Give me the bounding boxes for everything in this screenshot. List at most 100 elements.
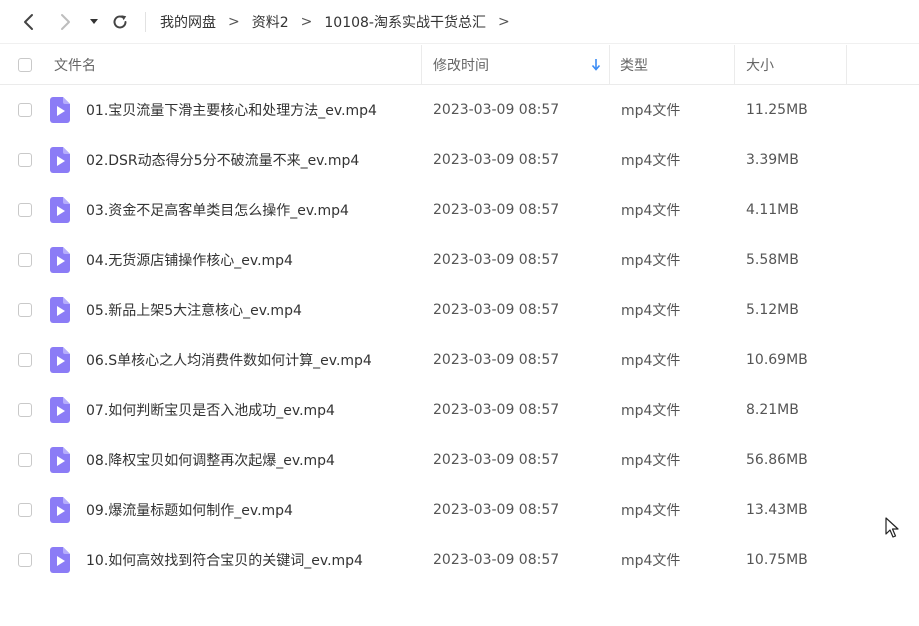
nav-divider [145,12,146,32]
video-file-icon [50,497,70,523]
file-name[interactable]: 05.新品上架5大注意核心_ev.mp4 [86,285,302,335]
video-file-icon [50,547,70,573]
row-checkbox[interactable] [18,253,32,267]
file-name[interactable]: 01.宝贝流量下滑主要核心和处理方法_ev.mp4 [86,85,377,135]
row-checkbox[interactable] [18,453,32,467]
file-name[interactable]: 03.资金不足高客单类目怎么操作_ev.mp4 [86,185,349,235]
file-table-header: 文件名 修改时间 类型 大小 [0,45,919,85]
breadcrumb-separator: > [300,14,313,30]
table-row[interactable]: 07.如何判断宝贝是否入池成功_ev.mp4 2023-03-09 08:57 … [0,385,919,435]
file-mtime: 2023-03-09 08:57 [433,252,560,268]
select-all-cell [18,45,38,84]
row-checkbox[interactable] [18,553,32,567]
navigation-bar: 我的网盘 > 资料2 > 10108-淘系实战干货总汇 > [0,0,919,44]
file-mtime: 2023-03-09 08:57 [433,402,560,418]
file-icon-cell [50,335,70,385]
column-header-name-label: 文件名 [54,57,96,74]
column-header-type[interactable]: 类型 [610,45,735,84]
table-row[interactable]: 04.无货源店铺操作核心_ev.mp4 2023-03-09 08:57 mp4… [0,235,919,285]
column-header-size[interactable]: 大小 [735,45,847,84]
file-icon-cell [50,135,70,185]
chevron-left-icon [24,14,33,30]
table-row[interactable]: 09.爆流量标题如何制作_ev.mp4 2023-03-09 08:57 mp4… [0,485,919,535]
file-icon-cell [50,535,70,585]
file-size: 13.43MB [746,502,808,518]
row-checkbox[interactable] [18,503,32,517]
file-size: 10.69MB [746,352,808,368]
video-file-icon [50,247,70,273]
row-checkbox[interactable] [18,203,32,217]
file-name[interactable]: 07.如何判断宝贝是否入池成功_ev.mp4 [86,385,335,435]
table-row[interactable]: 06.S单核心之人均消费件数如何计算_ev.mp4 2023-03-09 08:… [0,335,919,385]
row-checkbox-cell [18,185,32,235]
file-name[interactable]: 06.S单核心之人均消费件数如何计算_ev.mp4 [86,335,372,385]
breadcrumb-item-folder[interactable]: 资料2 [252,12,289,32]
select-all-checkbox[interactable] [18,57,32,72]
breadcrumb-item-current[interactable]: 10108-淘系实战干货总汇 [324,12,486,32]
video-file-icon [50,347,70,373]
table-row[interactable]: 05.新品上架5大注意核心_ev.mp4 2023-03-09 08:57 mp… [0,285,919,335]
row-checkbox[interactable] [18,403,32,417]
refresh-button[interactable] [108,10,132,34]
file-mtime: 2023-03-09 08:57 [433,352,560,368]
file-icon-cell [50,285,70,335]
video-file-icon [50,397,70,423]
file-type: mp4文件 [621,503,681,519]
row-checkbox-cell [18,385,32,435]
forward-button[interactable] [54,10,78,34]
breadcrumb-separator: > [228,14,240,30]
row-checkbox-cell [18,435,32,485]
video-file-icon [50,197,70,223]
column-header-mtime-label: 修改时间 [433,57,489,74]
file-name[interactable]: 10.如何高效找到符合宝贝的关键词_ev.mp4 [86,535,363,585]
table-row[interactable]: 08.降权宝贝如何调整再次起爆_ev.mp4 2023-03-09 08:57 … [0,435,919,485]
file-name[interactable]: 09.爆流量标题如何制作_ev.mp4 [86,485,293,535]
column-header-type-label: 类型 [620,57,648,74]
table-row[interactable]: 01.宝贝流量下滑主要核心和处理方法_ev.mp4 2023-03-09 08:… [0,85,919,135]
breadcrumb: 我的网盘 > 资料2 > 10108-淘系实战干货总汇 > [160,0,522,44]
file-name[interactable]: 08.降权宝贝如何调整再次起爆_ev.mp4 [86,435,335,485]
file-mtime: 2023-03-09 08:57 [433,552,560,568]
file-mtime: 2023-03-09 08:57 [433,502,560,518]
video-file-icon [50,297,70,323]
file-size: 56.86MB [746,452,808,468]
file-size: 3.39MB [746,152,799,168]
row-checkbox[interactable] [18,153,32,167]
table-row[interactable]: 02.DSR动态得分5分不破流量不来_ev.mp4 2023-03-09 08:… [0,135,919,185]
table-row[interactable]: 03.资金不足高客单类目怎么操作_ev.mp4 2023-03-09 08:57… [0,185,919,235]
file-type: mp4文件 [621,453,681,469]
file-type: mp4文件 [621,203,681,219]
row-checkbox-cell [18,285,32,335]
arrow-down-icon [591,59,601,71]
table-row[interactable]: 10.如何高效找到符合宝贝的关键词_ev.mp4 2023-03-09 08:5… [0,535,919,585]
file-type: mp4文件 [621,153,681,169]
file-name[interactable]: 04.无货源店铺操作核心_ev.mp4 [86,235,293,285]
file-icon-cell [50,185,70,235]
file-icon-cell [50,485,70,535]
file-name[interactable]: 02.DSR动态得分5分不破流量不来_ev.mp4 [86,135,359,185]
history-dropdown-button[interactable] [84,10,104,34]
breadcrumb-expand-arrow[interactable]: > [498,14,510,30]
row-checkbox[interactable] [18,303,32,317]
video-file-icon [50,147,70,173]
breadcrumb-item-root[interactable]: 我的网盘 [160,12,216,32]
file-icon-cell [50,85,70,135]
mouse-pointer-icon [885,517,899,538]
file-mtime: 2023-03-09 08:57 [433,102,560,118]
file-manager-window: 我的网盘 > 资料2 > 10108-淘系实战干货总汇 > 文件名 修改时间 类… [0,0,919,626]
row-checkbox-cell [18,85,32,135]
row-checkbox-cell [18,335,32,385]
file-type: mp4文件 [621,353,681,369]
refresh-icon [113,15,127,29]
row-checkbox[interactable] [18,353,32,367]
row-checkbox[interactable] [18,103,32,117]
column-header-mtime[interactable]: 修改时间 [422,45,610,84]
file-size: 10.75MB [746,552,808,568]
back-button[interactable] [16,10,40,34]
column-header-name[interactable]: 文件名 [54,45,422,84]
row-checkbox-cell [18,235,32,285]
file-icon-cell [50,235,70,285]
file-type: mp4文件 [621,253,681,269]
file-size: 8.21MB [746,402,799,418]
file-icon-cell [50,385,70,435]
